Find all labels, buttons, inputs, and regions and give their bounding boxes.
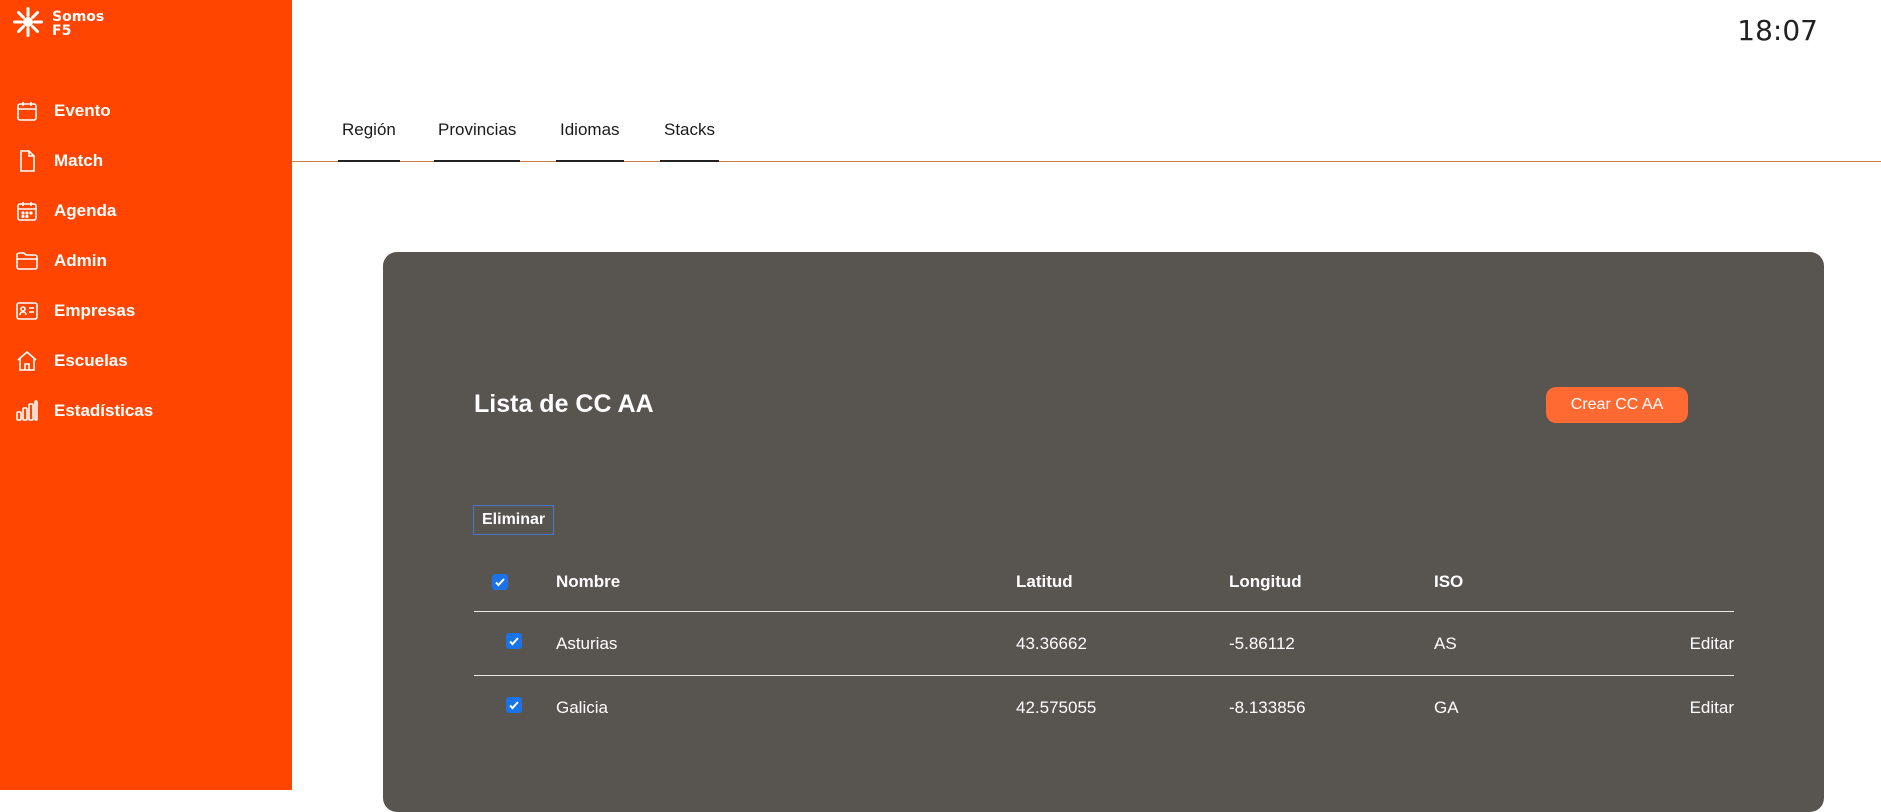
sidebar-item-label: Match — [54, 151, 104, 170]
sidebar-item-estadisticas[interactable]: Estadísticas — [14, 386, 284, 436]
tab-stacks[interactable]: Stacks — [660, 120, 720, 162]
sidebar-item-evento[interactable]: Evento — [14, 86, 284, 136]
sidebar-item-match[interactable]: Match — [14, 136, 284, 186]
sidebar: Somos F5 Evento Match Agenda Admin Empre… — [0, 0, 292, 790]
clock-time: 18:07 — [1737, 14, 1818, 47]
table-header-row: Nombre Latitud Longitud ISO — [474, 552, 1734, 612]
brand-name: Somos F5 — [52, 10, 104, 38]
sidebar-item-label: Evento — [54, 101, 111, 120]
content-panel: Lista de CC AA Crear CC AA Eliminar Nomb… — [383, 252, 1824, 812]
tab-label: Idiomas — [560, 120, 620, 139]
cell-latitud: 42.575055 — [1016, 698, 1097, 717]
tab-idiomas[interactable]: Idiomas — [556, 120, 624, 162]
tab-bar: Región Provincias Idiomas Stacks — [292, 112, 1881, 162]
tab-provincias[interactable]: Provincias — [434, 120, 521, 162]
row-checkbox[interactable] — [506, 697, 522, 713]
delete-button[interactable]: Eliminar — [473, 505, 555, 535]
tab-label: Provincias — [438, 120, 517, 139]
table-row: Galicia 42.575055 -8.133856 GA Editar — [474, 676, 1734, 740]
edit-link[interactable]: Editar — [1690, 634, 1734, 654]
table-row: Asturias 43.36662 -5.86112 AS Editar — [474, 612, 1734, 676]
calendar-grid-icon — [14, 198, 40, 224]
row-checkbox[interactable] — [506, 632, 522, 649]
sidebar-item-agenda[interactable]: Agenda — [14, 186, 284, 236]
column-header-longitud[interactable]: Longitud — [1229, 572, 1302, 592]
sidebar-item-label: Empresas — [54, 301, 136, 320]
file-icon — [14, 148, 40, 174]
sidebar-nav: Evento Match Agenda Admin Empresas Escue… — [14, 86, 284, 436]
sidebar-item-label: Estadísticas — [54, 401, 154, 420]
create-button[interactable]: Crear CC AA — [1546, 387, 1688, 423]
cell-iso: AS — [1434, 633, 1457, 653]
brand-logo[interactable]: Somos F5 — [12, 6, 104, 38]
brand-line-1: Somos — [52, 9, 105, 25]
tab-region[interactable]: Región — [338, 120, 400, 162]
folder-icon — [14, 248, 40, 274]
sidebar-item-label: Admin — [54, 251, 107, 270]
cell-iso: GA — [1434, 698, 1459, 717]
edit-link[interactable]: Editar — [1690, 698, 1734, 718]
select-all-checkbox[interactable] — [492, 573, 508, 590]
sidebar-item-escuelas[interactable]: Escuelas — [14, 336, 284, 386]
column-header-iso[interactable]: ISO — [1434, 572, 1463, 592]
check-icon — [495, 577, 505, 586]
sidebar-item-empresas[interactable]: Empresas — [14, 286, 284, 336]
sidebar-item-label: Escuelas — [54, 351, 128, 370]
column-header-nombre[interactable]: Nombre — [556, 572, 620, 592]
page-title: Lista de CC AA — [474, 390, 654, 418]
tab-label: Stacks — [664, 120, 716, 139]
cell-latitud: 43.36662 — [1016, 633, 1087, 653]
cell-nombre: Galicia — [556, 698, 608, 717]
sidebar-item-admin[interactable]: Admin — [14, 236, 284, 286]
brand-line-2: F5 — [52, 23, 72, 39]
data-table: Nombre Latitud Longitud ISO Asturias 43.… — [474, 552, 1734, 740]
check-icon — [509, 701, 519, 710]
sidebar-item-label: Agenda — [54, 201, 117, 220]
tab-label: Región — [342, 120, 396, 139]
cell-longitud: -8.133856 — [1229, 698, 1306, 717]
check-icon — [509, 636, 519, 645]
calendar-icon — [14, 98, 40, 124]
column-header-latitud[interactable]: Latitud — [1016, 572, 1073, 592]
bar-chart-icon — [14, 398, 40, 424]
cell-longitud: -5.86112 — [1229, 633, 1295, 653]
id-card-icon — [14, 298, 40, 324]
cell-nombre: Asturias — [556, 633, 618, 653]
home-icon — [14, 348, 40, 374]
burst-logo-icon — [13, 7, 43, 37]
